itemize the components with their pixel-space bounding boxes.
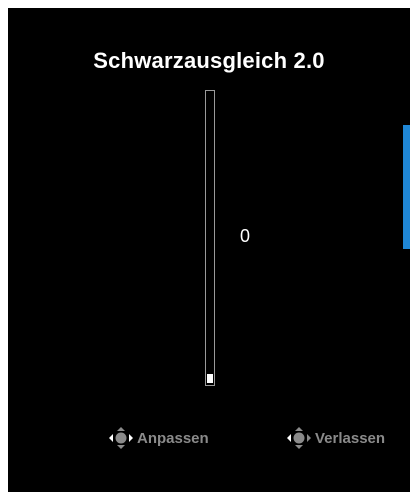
hint-adjust: Anpassen — [108, 426, 209, 450]
osd-panel: Schwarzausgleich 2.0 0 Anpassen Verlasse… — [8, 8, 410, 492]
hint-adjust-label: Anpassen — [137, 429, 209, 447]
hint-exit: Verlassen — [286, 426, 385, 450]
hint-exit-label: Verlassen — [315, 429, 386, 447]
scroll-indicator — [403, 125, 410, 249]
slider-fill — [207, 374, 213, 383]
slider-value: 0 — [240, 226, 251, 246]
page-title: Schwarzausgleich 2.0 — [93, 48, 325, 73]
joystick-left-icon — [286, 426, 312, 450]
black-equalizer-slider[interactable] — [205, 90, 215, 386]
joystick-left-right-icon — [108, 426, 134, 450]
